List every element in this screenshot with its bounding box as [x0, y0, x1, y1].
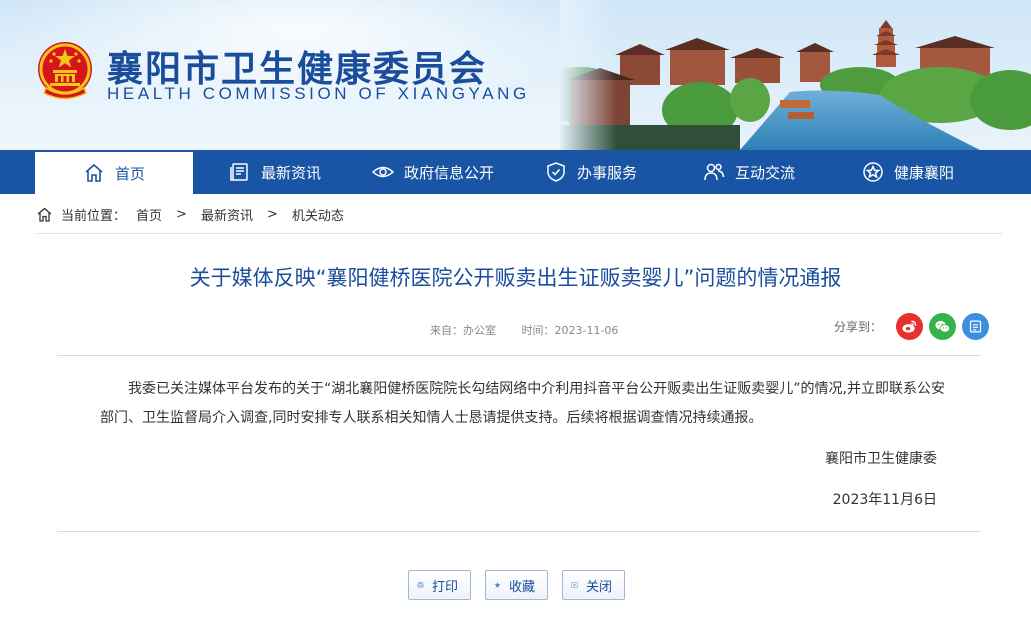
- article-actions: 打印 收藏 关闭: [408, 570, 625, 600]
- signature-org: 襄阳市卫生健康委: [825, 451, 937, 467]
- home-icon: [37, 207, 52, 222]
- site-subtitle: HEALTH COMMISSION OF XIANGYANG: [107, 84, 530, 103]
- print-button[interactable]: 打印: [408, 570, 471, 600]
- divider: [57, 355, 981, 356]
- close-label: 关闭: [585, 579, 612, 595]
- weibo-icon: [902, 320, 917, 333]
- divider: [57, 531, 981, 532]
- news-icon: [230, 163, 248, 181]
- printer-icon: [417, 582, 424, 588]
- article-time: 时间：2023-11-06: [521, 324, 619, 337]
- favorite-label: 收藏: [508, 579, 535, 595]
- nav-label-gov-info: 政府信息公开: [404, 163, 495, 182]
- breadcrumb-separator: >: [176, 206, 187, 222]
- article-body: 我委已关注媒体平台发布的关于“湖北襄阳健桥医院院长勾结网络中介利用抖音平台公开贩…: [100, 375, 950, 433]
- nav-item-home[interactable]: 首页: [35, 152, 193, 194]
- site-header: 襄阳市卫生健康委员会 HEALTH COMMISSION OF XIANGYAN…: [0, 0, 1031, 150]
- favorite-button[interactable]: 收藏: [485, 570, 548, 600]
- breadcrumb: 当前位置： 首页 > 最新资讯 > 机关动态: [36, 202, 344, 226]
- breadcrumb-item-news[interactable]: 最新资讯: [201, 205, 253, 224]
- print-label: 打印: [431, 579, 458, 595]
- share-label: 分享到：: [834, 319, 883, 334]
- share-bar: 分享到：: [834, 312, 990, 340]
- bookmark-page-icon: [969, 319, 982, 333]
- home-icon: [85, 163, 103, 182]
- nav-label-interaction: 互动交流: [735, 163, 796, 182]
- wechat-share-button[interactable]: [929, 312, 957, 340]
- national-emblem-icon[interactable]: [36, 40, 94, 102]
- signature-date: 2023年11月6日: [832, 492, 937, 508]
- article-meta: 来自：办公室 时间：2023-11-06: [430, 322, 618, 338]
- breadcrumb-prefix: 当前位置：: [61, 208, 127, 224]
- breadcrumb-item-home[interactable]: 首页: [136, 205, 162, 224]
- nav-label-services: 办事服务: [577, 163, 638, 182]
- more-share-button[interactable]: [962, 312, 990, 340]
- nav-item-gov-info[interactable]: 政府信息公开: [372, 150, 494, 194]
- nav-label-home: 首页: [114, 164, 145, 183]
- star-icon: [863, 162, 883, 182]
- breadcrumb-separator: >: [266, 206, 278, 222]
- divider: [36, 233, 1002, 234]
- people-icon: [704, 163, 725, 181]
- article-paragraph: 我委已关注媒体平台发布的关于“湖北襄阳健桥医院院长勾结网络中介利用抖音平台公开贩…: [100, 381, 945, 426]
- star-icon: [494, 582, 501, 588]
- nav-label-healthy-xiangyang: 健康襄阳: [894, 163, 955, 182]
- eye-icon: [372, 166, 394, 178]
- nav-item-services[interactable]: 办事服务: [545, 150, 637, 194]
- nav-item-interaction[interactable]: 互动交流: [703, 150, 795, 194]
- nav-label-news: 最新资讯: [261, 163, 322, 182]
- nav-item-healthy-xiangyang[interactable]: 健康襄阳: [862, 150, 954, 194]
- weibo-share-button[interactable]: [896, 312, 924, 340]
- close-icon: [571, 582, 578, 588]
- wechat-icon: [935, 320, 950, 333]
- city-scenery-image: [560, 0, 1031, 150]
- main-nav: 首页 最新资讯 政府信息公开 办事服务 互动交流 健康襄阳: [0, 150, 1031, 194]
- breadcrumb-item-agency-news[interactable]: 机关动态: [292, 205, 344, 224]
- shield-icon: [547, 162, 565, 182]
- article-source: 来自：办公室: [430, 324, 496, 337]
- article-title: 关于媒体反映“襄阳健桥医院公开贩卖出生证贩卖婴儿”问题的情况通报: [189, 266, 842, 290]
- nav-item-news[interactable]: 最新资讯: [229, 150, 321, 194]
- close-button[interactable]: 关闭: [562, 570, 625, 600]
